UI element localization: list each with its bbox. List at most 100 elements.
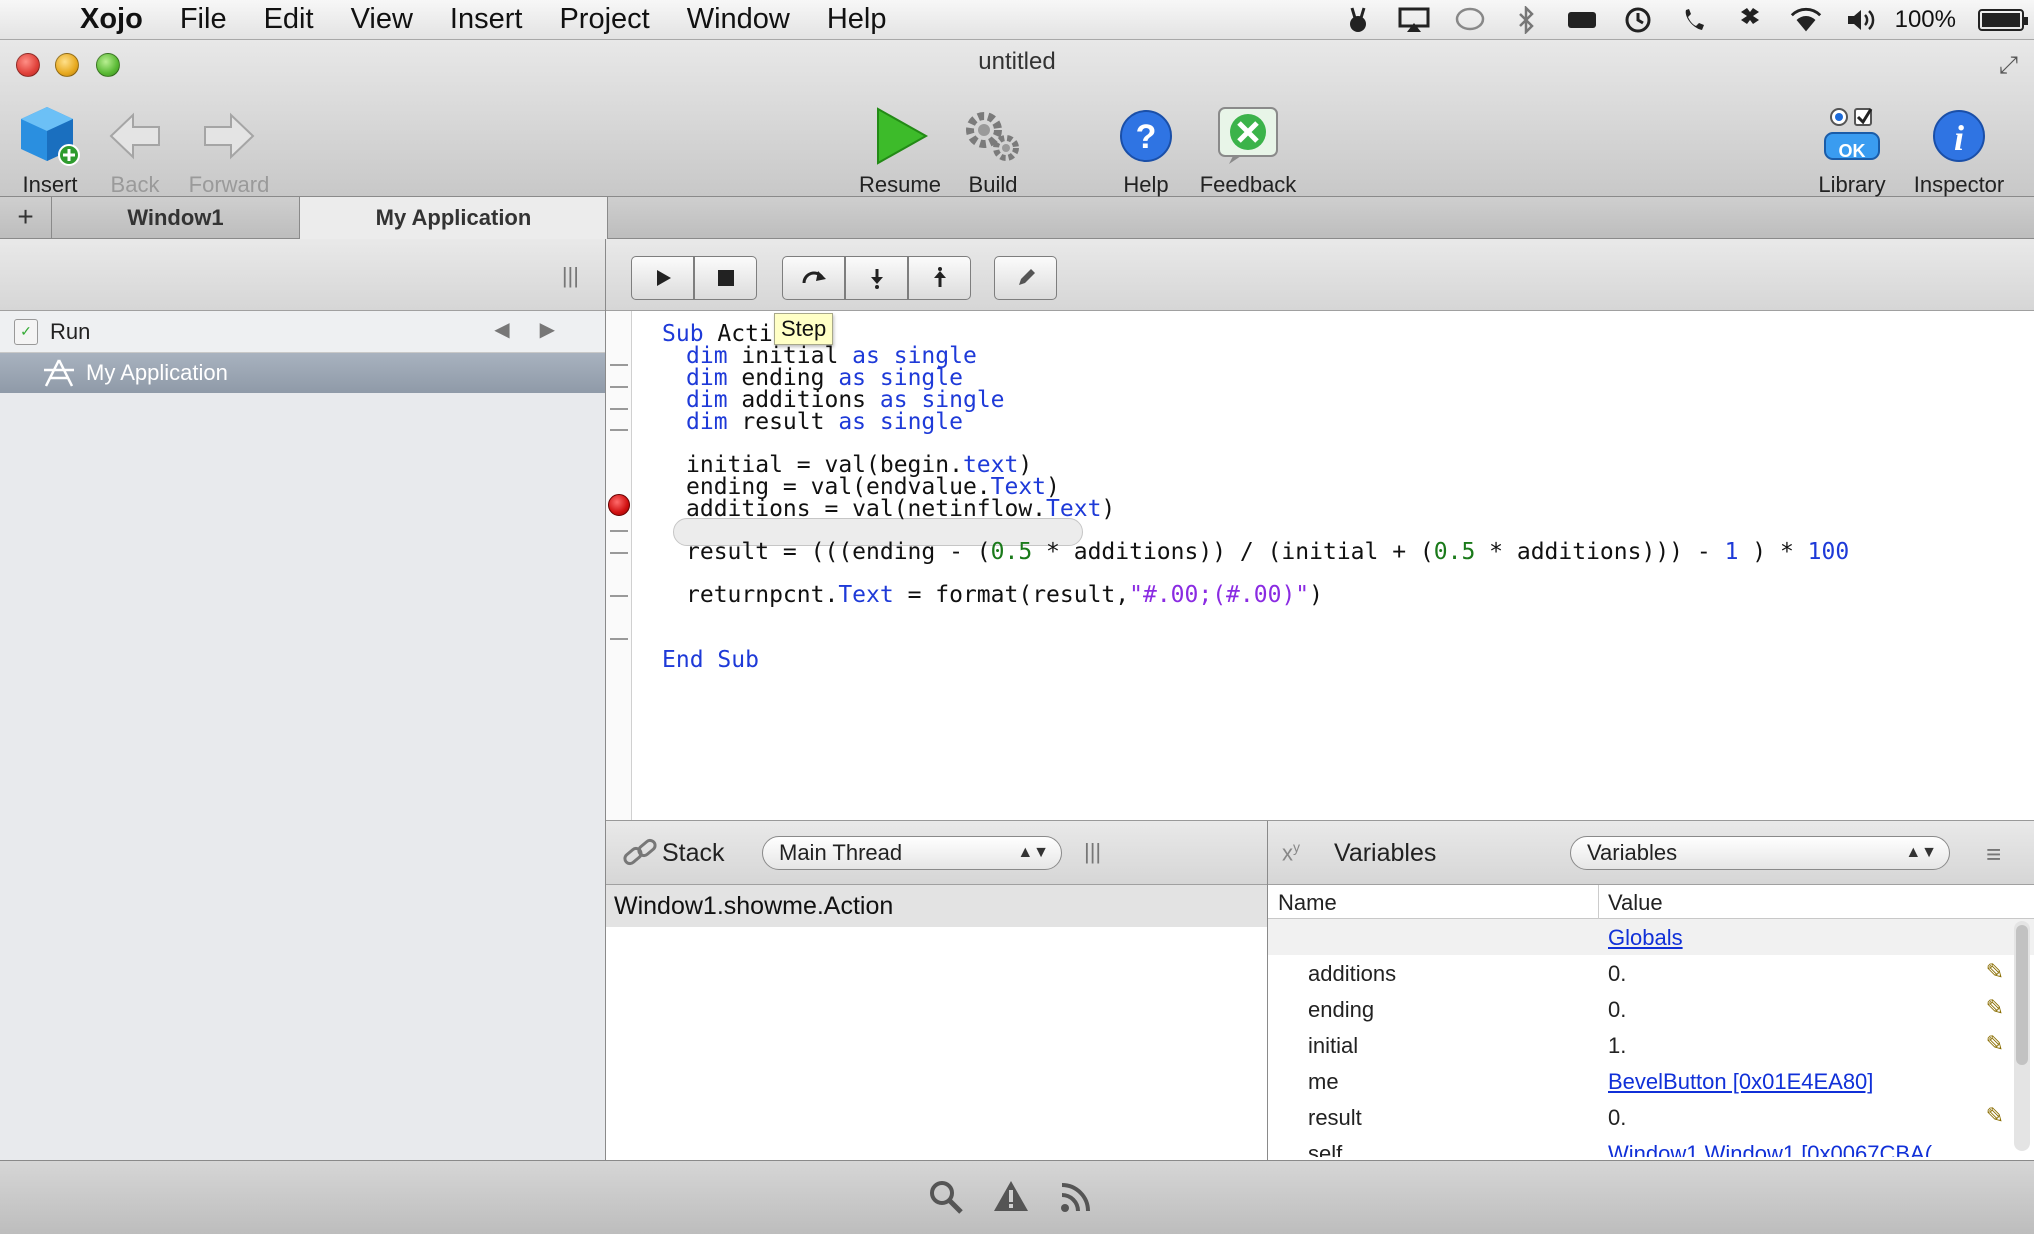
variable-value-link[interactable]: BevelButton [0x01E4EA80] — [1608, 1069, 1873, 1095]
variable-value-link[interactable]: Window1.Window1 [0x0067CBA( — [1608, 1141, 1958, 1157]
navigator-item-my-application[interactable]: My Application — [0, 353, 605, 393]
my-application-label: My Application — [86, 360, 228, 385]
variables-list: Globals additions 0. ✎ ending 0. ✎ initi… — [1268, 919, 2034, 1157]
breakpoint-marker[interactable] — [608, 494, 630, 516]
menu-help[interactable]: Help — [827, 3, 887, 36]
rabbit-icon[interactable] — [1341, 6, 1375, 34]
debug-run-button[interactable] — [631, 256, 694, 300]
gutter-line-marker[interactable] — [610, 364, 628, 366]
variable-row[interactable]: additions 0. ✎ — [1268, 955, 2034, 991]
help-button[interactable]: ? Help — [1110, 100, 1182, 198]
tab-window1[interactable]: Window1 — [52, 197, 300, 239]
edit-pencil-icon[interactable]: ✎ — [1986, 995, 2004, 1021]
navigator-toolbar: ||| — [0, 239, 605, 311]
variable-name: me — [1308, 1069, 1339, 1094]
column-separator[interactable] — [1598, 885, 1599, 919]
stack-frame-row[interactable]: Window1.showme.Action — [606, 885, 1267, 927]
search-icon[interactable] — [928, 1179, 964, 1224]
variable-value: 1. — [1608, 1033, 1627, 1058]
variable-row[interactable]: self Window1.Window1 [0x0067CBA( — [1268, 1135, 2034, 1157]
feedback-icon — [1196, 100, 1300, 172]
play-icon — [656, 270, 671, 286]
column-value-header[interactable]: Value — [1608, 890, 1663, 916]
code-gutter[interactable] — [606, 311, 632, 820]
variable-row[interactable]: initial 1. ✎ — [1268, 1027, 2034, 1063]
memory-icon[interactable] — [1565, 6, 1599, 34]
variable-row[interactable]: result 0. ✎ — [1268, 1099, 2034, 1135]
resume-label: Resume — [859, 172, 941, 197]
resume-button[interactable]: Resume — [854, 100, 946, 198]
battery-icon[interactable] — [1978, 9, 2028, 31]
forward-button[interactable]: Forward — [182, 100, 276, 198]
feedback-button[interactable]: Feedback — [1196, 100, 1300, 198]
gutter-line-marker[interactable] — [610, 386, 628, 388]
tab-my-application[interactable]: My Application — [300, 197, 608, 240]
variable-row[interactable]: ending 0. ✎ — [1268, 991, 2034, 1027]
window-title: untitled — [978, 48, 1056, 75]
bluetooth-icon[interactable] — [1509, 6, 1543, 34]
menu-project[interactable]: Project — [559, 3, 649, 36]
edit-code-button[interactable] — [994, 256, 1057, 300]
variables-scope-select[interactable]: Variables ▲▼ — [1570, 836, 1950, 870]
variables-menu-icon[interactable]: ≡ — [1986, 839, 2001, 870]
menu-insert[interactable]: Insert — [450, 3, 523, 36]
gutter-line-marker[interactable] — [610, 429, 628, 431]
time-machine-icon[interactable] — [1621, 6, 1655, 34]
chat-bubble-icon[interactable] — [1453, 6, 1487, 34]
variables-scrollbar[interactable] — [2014, 921, 2030, 1151]
step-out-button[interactable] — [908, 256, 971, 300]
feedback-label: Feedback — [1199, 172, 1297, 197]
insert-button[interactable]: Insert — [12, 100, 88, 198]
menu-app-name[interactable]: Xojo — [80, 3, 143, 36]
fullscreen-icon[interactable]: ⤢ — [1999, 52, 2018, 80]
edit-pencil-icon[interactable]: ✎ — [1986, 1103, 2004, 1129]
debug-stop-button[interactable] — [694, 256, 757, 300]
code-editor[interactable]: Sub Acti dim initial as single dim endin… — [606, 311, 2034, 821]
menu-window[interactable]: Window — [687, 3, 790, 36]
wifi-icon[interactable] — [1789, 6, 1823, 34]
resume-play-icon — [854, 100, 946, 172]
back-button[interactable]: Back — [100, 100, 170, 198]
variable-name: additions — [1308, 961, 1397, 986]
rss-feed-icon[interactable] — [1058, 1179, 1094, 1224]
thread-select[interactable]: Main Thread ▲▼ — [762, 836, 1062, 870]
warning-icon[interactable] — [992, 1179, 1030, 1222]
gutter-line-marker[interactable] — [610, 638, 628, 640]
step-over-button[interactable] — [782, 256, 845, 300]
dropbox-icon[interactable] — [1733, 6, 1767, 34]
gutter-line-marker[interactable] — [610, 595, 628, 597]
stack-splitter-handle[interactable]: ||| — [1084, 839, 1101, 865]
build-button[interactable]: Build — [958, 100, 1028, 198]
library-button[interactable]: OK Library — [1810, 100, 1894, 198]
step-over-icon — [802, 271, 826, 284]
gutter-line-marker[interactable] — [610, 408, 628, 410]
variables-panel-header: xy Variables Variables ▲▼ ≡ — [1268, 821, 2034, 885]
run-nav-arrows[interactable]: ◀▶ — [494, 317, 585, 342]
navigator-run-row[interactable]: ✓ Run ◀▶ — [0, 311, 605, 353]
phone-icon[interactable] — [1677, 6, 1711, 34]
menu-edit[interactable]: Edit — [264, 3, 314, 36]
variable-name: self — [1308, 1141, 1343, 1157]
menu-file[interactable]: File — [180, 3, 227, 36]
variable-name: ending — [1308, 997, 1375, 1022]
battery-percent[interactable]: 100% — [1895, 6, 1956, 34]
inspector-button[interactable]: i Inspector — [1906, 100, 2012, 198]
gutter-line-marker[interactable] — [610, 552, 628, 554]
airplay-icon[interactable] — [1397, 6, 1431, 34]
volume-icon[interactable] — [1845, 6, 1879, 34]
add-tab-button[interactable]: + — [0, 197, 52, 239]
variable-row[interactable]: me BevelButton [0x01E4EA80] — [1268, 1063, 2034, 1099]
column-name-header[interactable]: Name — [1278, 890, 1337, 916]
variables-globals-row[interactable]: Globals — [1268, 919, 2034, 955]
edit-pencil-icon[interactable]: ✎ — [1986, 1031, 2004, 1057]
step-into-button[interactable] — [845, 256, 908, 300]
select-updown-icon: ▲▼ — [1017, 844, 1049, 861]
gutter-line-marker[interactable] — [610, 530, 628, 532]
edit-pencil-icon[interactable]: ✎ — [1986, 959, 2004, 985]
stack-panel: Stack Main Thread ▲▼ ||| Window1.showme.… — [606, 821, 1268, 1160]
window-toolbar: untitled ⤢ Insert Back Forward Resume Bu… — [0, 40, 2034, 197]
menu-view[interactable]: View — [351, 3, 413, 36]
globals-link[interactable]: Globals — [1608, 925, 1683, 951]
scrollbar-thumb[interactable] — [2016, 925, 2028, 1065]
navigator-splitter-handle[interactable]: ||| — [562, 263, 579, 289]
